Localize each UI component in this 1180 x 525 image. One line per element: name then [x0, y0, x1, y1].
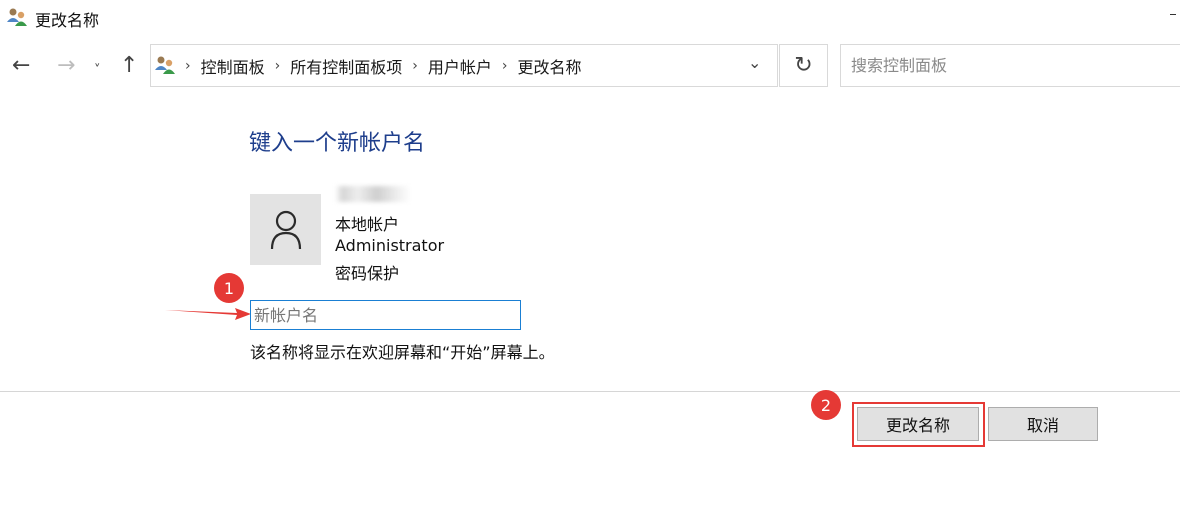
breadcrumb: › 控制面板 › 所有控制面板项 › 用户帐户 › 更改名称 [185, 45, 582, 86]
breadcrumb-separator-icon: › [185, 57, 191, 74]
breadcrumb-user-accounts[interactable]: 用户帐户 [428, 54, 492, 78]
minimize-button[interactable] [1170, 14, 1176, 15]
page-heading: 键入一个新帐户名 [249, 131, 426, 156]
change-name-button[interactable]: 更改名称 [857, 407, 979, 441]
user-accounts-icon [7, 8, 27, 26]
address-bar[interactable]: › 控制面板 › 所有控制面板项 › 用户帐户 › 更改名称 ⌄ [150, 44, 778, 87]
breadcrumb-control-panel[interactable]: 控制面板 [201, 54, 265, 78]
forward-arrow-icon[interactable]: → [57, 52, 75, 80]
recent-locations-chevron-icon[interactable]: ˅ [94, 57, 101, 85]
account-group: Administrator [335, 236, 445, 255]
new-account-name-input[interactable] [250, 300, 521, 330]
step-2-badge: 2 [811, 390, 841, 420]
user-silhouette-icon [270, 210, 301, 249]
window-title: 更改名称 [35, 11, 100, 30]
control-panel-users-icon [155, 56, 175, 74]
search-input[interactable] [840, 44, 1180, 87]
refresh-icon: ↻ [794, 53, 813, 78]
breadcrumb-separator-icon[interactable]: › [275, 58, 281, 74]
refresh-button[interactable]: ↻ [779, 44, 828, 87]
breadcrumb-change-name[interactable]: 更改名称 [517, 54, 581, 78]
annotation-arrow-icon [165, 308, 251, 320]
back-arrow-icon[interactable]: ← [12, 52, 30, 80]
address-dropdown-icon[interactable]: ⌄ [748, 53, 761, 72]
cancel-button[interactable]: 取消 [988, 407, 1098, 441]
redacted-username [335, 186, 411, 202]
step-1-badge: 1 [214, 273, 244, 303]
account-type: 本地帐户 [335, 215, 400, 234]
breadcrumb-separator-icon[interactable]: › [412, 58, 418, 74]
name-description: 该名称将显示在欢迎屏幕和“开始”屏幕上。 [250, 343, 555, 362]
avatar [250, 194, 321, 265]
breadcrumb-all-items[interactable]: 所有控制面板项 [290, 54, 402, 78]
title-bar: 更改名称 [0, 0, 1180, 34]
breadcrumb-separator-icon[interactable]: › [502, 58, 508, 74]
footer-divider [0, 391, 1180, 392]
password-status: 密码保护 [335, 264, 400, 283]
up-arrow-icon[interactable]: ↑ [120, 52, 138, 80]
